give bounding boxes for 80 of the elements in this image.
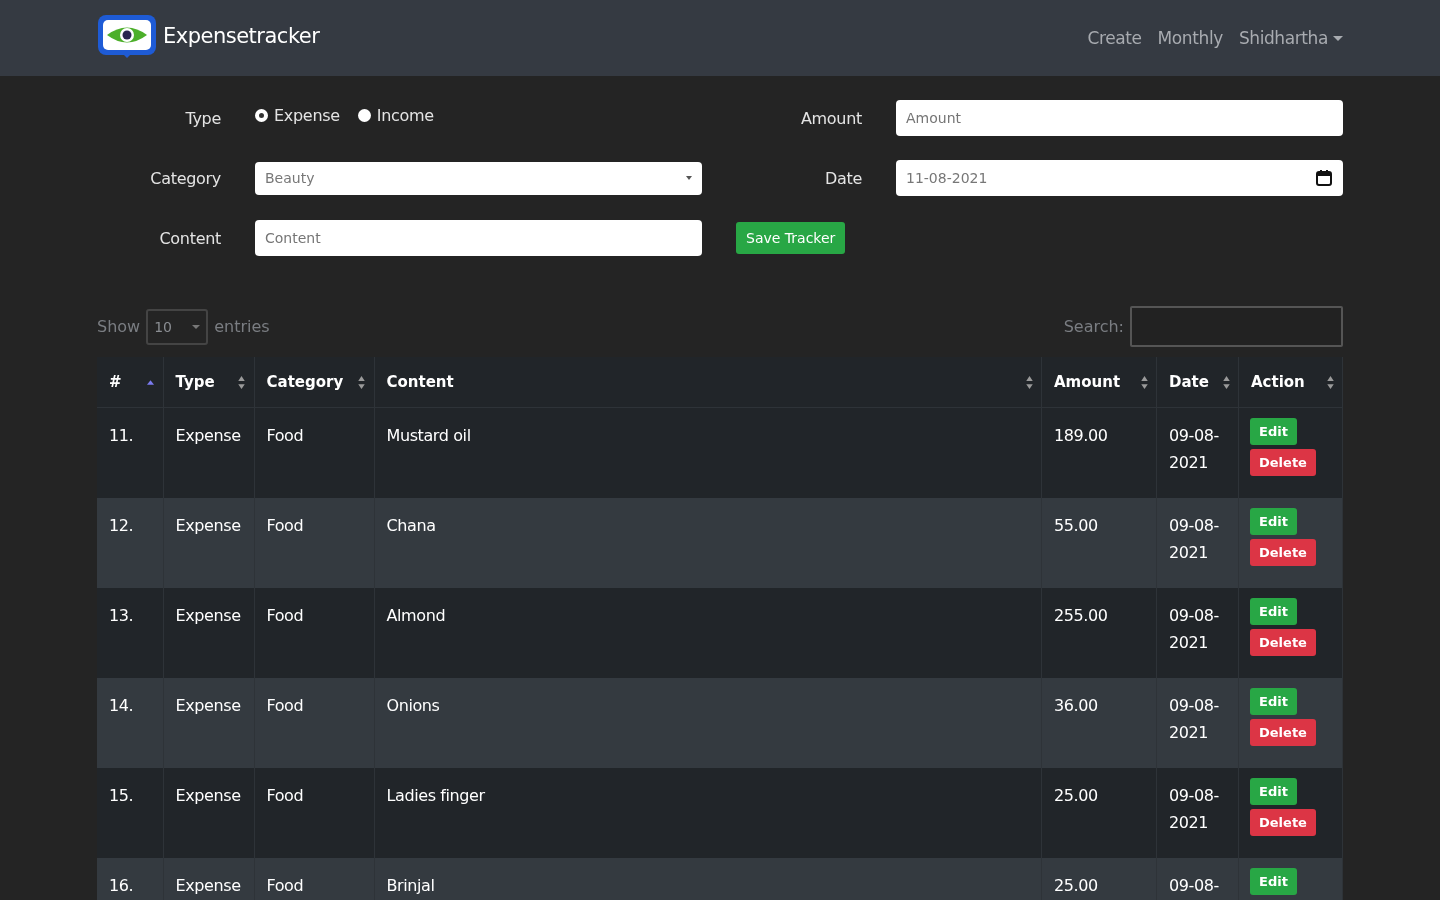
nav-link[interactable]: Monthly	[1157, 28, 1223, 48]
table-cell: Food	[254, 407, 374, 498]
delete-button[interactable]: Delete	[1250, 629, 1316, 656]
column-header[interactable]: #	[97, 357, 163, 408]
table-cell: Chana	[374, 498, 1042, 588]
radio-icon[interactable]	[357, 109, 371, 122]
caret-icon	[192, 324, 201, 329]
page-size-select[interactable]: 10	[146, 308, 209, 345]
table-cell: Food	[254, 498, 374, 588]
date-label: Date	[823, 168, 862, 188]
entries-label: entries	[214, 317, 270, 336]
column-header[interactable]: Amount	[1041, 357, 1157, 408]
content-field[interactable]: Content	[255, 220, 702, 256]
nav-link[interactable]: Shidhartha	[1238, 28, 1343, 48]
radio-option[interactable]: Income	[357, 106, 434, 125]
table-cell: 36.00	[1041, 678, 1157, 768]
table-cell: 09-08-2021	[1156, 588, 1239, 678]
edit-button[interactable]: Edit	[1250, 598, 1297, 625]
table-cell: 09-08-2021	[1156, 498, 1239, 588]
table-cell: 09-08-2021	[1156, 407, 1239, 498]
edit-button[interactable]: Edit	[1250, 418, 1297, 445]
table-cell: Food	[254, 678, 374, 768]
column-header[interactable]: Action	[1238, 357, 1343, 408]
table-cell: Almond	[374, 588, 1042, 678]
table-cell: 25.00	[1041, 768, 1157, 858]
delete-button[interactable]: Delete	[1250, 719, 1316, 746]
table-cell: 25.00	[1041, 858, 1157, 900]
table-cell: 15.	[97, 768, 163, 858]
table-cell: Food	[254, 588, 374, 678]
table-cell: 11.	[97, 407, 163, 498]
table-cell: Expense	[163, 588, 254, 678]
edit-button[interactable]: Edit	[1250, 868, 1297, 895]
delete-button[interactable]: Delete	[1250, 449, 1316, 476]
edit-button[interactable]: Edit	[1250, 688, 1297, 715]
table-cell: 09-08-2021	[1156, 678, 1239, 768]
radio-icon[interactable]	[255, 109, 268, 122]
table-cell: Brinjal	[374, 858, 1042, 900]
table-cell: Expense	[163, 768, 254, 858]
column-header[interactable]: Category	[254, 357, 374, 408]
table-cell: 189.00	[1041, 407, 1157, 498]
edit-button[interactable]: Edit	[1250, 508, 1297, 535]
table-cell: Expense	[163, 407, 254, 498]
table-cell: Ladies finger	[374, 768, 1042, 858]
category-label: Category	[149, 168, 221, 188]
table-cell: Mustard oil	[374, 407, 1042, 498]
table-cell: 13.	[97, 588, 163, 678]
delete-button[interactable]: Delete	[1250, 539, 1316, 566]
table-cell: Onions	[374, 678, 1042, 768]
calendar-icon[interactable]	[1315, 169, 1333, 187]
table-cell: Food	[254, 768, 374, 858]
amount-label: Amount	[799, 108, 862, 128]
edit-button[interactable]: Edit	[1250, 778, 1297, 805]
radio-option[interactable]: Expense	[255, 106, 340, 125]
date-field[interactable]: 11-08-2021	[896, 160, 1343, 196]
delete-button[interactable]: Delete	[1250, 809, 1316, 836]
table-cell: 09-08-2021	[1156, 768, 1239, 858]
table-cell: 12.	[97, 498, 163, 588]
type-label: Type	[184, 108, 221, 128]
eye-logo-icon	[97, 14, 157, 58]
table-cell: 255.00	[1041, 588, 1157, 678]
column-header[interactable]: Content	[374, 357, 1042, 408]
column-header[interactable]: Type	[163, 357, 254, 408]
table-cell: 14.	[97, 678, 163, 768]
search-field[interactable]	[1130, 306, 1343, 347]
search-label: Search:	[1063, 317, 1124, 336]
table-cell: Expense	[163, 678, 254, 768]
table-cell: Food	[254, 858, 374, 900]
save-button[interactable]: Save Tracker	[736, 222, 846, 254]
show-label: Show	[97, 317, 141, 336]
table-cell: Expense	[163, 498, 254, 588]
table-cell: 16.	[97, 858, 163, 900]
category-select[interactable]: Beauty	[255, 161, 702, 195]
brand-link[interactable]: Expensetracker	[163, 24, 320, 48]
table-cell: 09-08-	[1156, 858, 1239, 900]
table-cell: Expense	[163, 858, 254, 900]
content-label: Content	[158, 228, 221, 248]
column-header[interactable]: Date	[1156, 357, 1239, 408]
table-cell: 55.00	[1041, 498, 1157, 588]
nav-link[interactable]: Create	[1087, 28, 1142, 48]
amount-field[interactable]: Amount	[896, 100, 1343, 136]
